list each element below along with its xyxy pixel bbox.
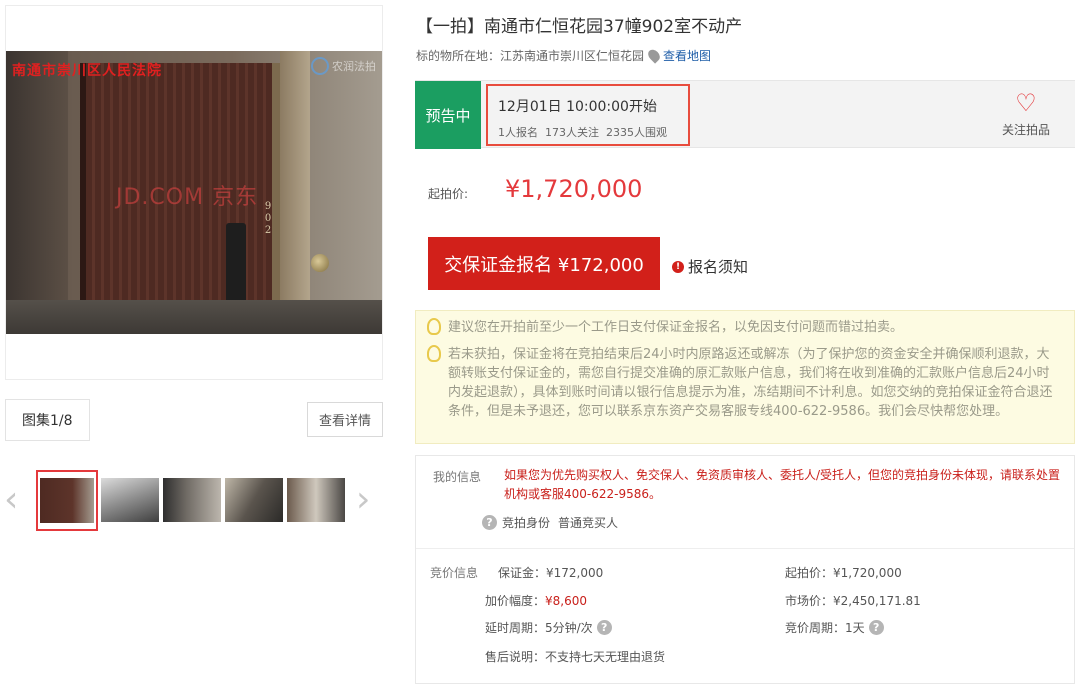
tip-item: 若未获拍，保证金将在竞拍结束后24小时内原路返还或解冻（为了保护您的资金安全并确… xyxy=(427,345,1056,421)
thumbnail-image xyxy=(163,478,221,522)
thumbnail-1[interactable] xyxy=(36,470,98,531)
heart-plus-icon: ♡ xyxy=(1015,89,1037,117)
increment-value: ¥8,600 xyxy=(545,593,588,608)
item-location: 标的物所在地：江苏南通市崇川区仁恒花园 查看地图 xyxy=(416,47,711,64)
start-info-box: 12月01日 10:00:00开始 1人报名 173人关注 2335人围观 xyxy=(486,84,690,146)
market-price-info: 市场价：¥2,450,171.81 xyxy=(785,594,921,608)
start-price-label: 起拍价: xyxy=(428,187,469,201)
start-price-value: ¥1,720,000 xyxy=(505,175,643,203)
auction-stats: 1人报名 173人关注 2335人围观 xyxy=(498,126,667,139)
help-icon[interactable]: ? xyxy=(868,620,884,635)
lightbulb-icon xyxy=(427,318,441,335)
photo-door-knob xyxy=(311,254,329,272)
photo-door-number: 9 0 2 xyxy=(264,201,272,236)
thumb-prev-icon[interactable]: ‹ xyxy=(4,482,18,518)
thumb-next-icon[interactable]: › xyxy=(356,482,370,518)
start-price-info: 起拍价：¥1,720,000 xyxy=(785,566,902,580)
photo-door-frame xyxy=(280,51,310,334)
identity-label: 竞拍身份 xyxy=(502,516,551,530)
item-title: 【一拍】南通市仁恒花园37幢902室不动产 xyxy=(416,17,743,37)
partner-logo-text: 农润法拍 xyxy=(332,60,376,73)
location-text: 标的物所在地：江苏南通市崇川区仁恒花园 xyxy=(416,49,645,63)
pay-deposit-button[interactable]: 交保证金报名 ¥172,000 xyxy=(428,237,660,290)
partner-logo: 农润法拍 xyxy=(311,57,376,75)
help-icon[interactable]: ? xyxy=(482,515,497,530)
gallery-bar: 图集1/8 查看详情 xyxy=(5,399,383,441)
tip-item: 建议您在开拍前至少一个工作日支付保证金报名，以免因支付问题而错过拍卖。 xyxy=(427,318,1048,337)
after-sale-info: 售后说明：不支持七天无理由退货 xyxy=(485,650,666,664)
thumbnail-4[interactable] xyxy=(225,478,283,522)
view-map-link[interactable]: 查看地图 xyxy=(663,47,711,64)
thumbnail-2[interactable] xyxy=(101,478,159,522)
main-image-box: 9 0 2 南通市崇川区人民法院 JD.COM 京东 农润法拍 xyxy=(5,5,383,380)
registration-notice-link[interactable]: ! 报名须知 xyxy=(672,256,748,277)
auction-status-row: 预告中 12月01日 10:00:00开始 1人报名 173人关注 2335人围… xyxy=(415,80,1075,149)
tip-text: 若未获拍，保证金将在竞拍结束后24小时内原路返还或解冻（为了保护您的资金安全并确… xyxy=(448,347,1053,419)
bid-cycle-info: 竞价周期：1天 ? xyxy=(785,619,884,636)
thumbnail-strip: ‹ › xyxy=(4,470,382,531)
tip-text: 建议您在开拍前至少一个工作日支付保证金报名，以免因支付问题而错过拍卖。 xyxy=(448,320,904,335)
thumbnail-image xyxy=(287,478,345,522)
photo-floor xyxy=(6,300,382,334)
photo-door-lock xyxy=(226,223,246,307)
help-icon[interactable]: ? xyxy=(596,620,612,635)
jd-watermark: JD.COM 京东 xyxy=(116,185,259,210)
view-details-button[interactable]: 查看详情 xyxy=(307,402,383,437)
map-pin-icon xyxy=(645,47,663,64)
partner-logo-icon xyxy=(311,57,329,75)
gallery-count: 图集1/8 xyxy=(5,399,90,441)
lightbulb-icon xyxy=(427,345,441,362)
delay-text: 延时周期：5分钟/次 xyxy=(485,621,593,635)
main-photo[interactable]: 9 0 2 南通市崇川区人民法院 JD.COM 京东 农润法拍 xyxy=(6,51,382,334)
bid-identity: ? 竞拍身份 普通竞买人 xyxy=(482,514,618,531)
thumbnail-5[interactable] xyxy=(287,478,345,522)
registration-notice-text: 报名须知 xyxy=(688,258,749,276)
alert-icon: ! xyxy=(672,260,684,273)
status-badge: 预告中 xyxy=(415,81,481,149)
thumbnail-image xyxy=(225,478,283,522)
my-info-warning: 如果您为优先购买权人、免交保人、免资质审核人、委托人/受托人，但您的竞拍身份未体… xyxy=(504,468,1061,501)
auction-page: 9 0 2 南通市崇川区人民法院 JD.COM 京东 农润法拍 图集1/8 查看… xyxy=(0,0,1080,685)
deposit-info: 保证金：¥172,000 xyxy=(498,566,604,580)
identity-value: 普通竞买人 xyxy=(558,516,619,530)
section-divider xyxy=(416,548,1074,549)
info-panel: 我的信息 如果您为优先购买权人、免交保人、免资质审核人、委托人/受托人，但您的竞… xyxy=(415,455,1075,684)
increment-info: 加价幅度： ¥8,600 xyxy=(485,592,587,609)
my-info-label: 我的信息 xyxy=(433,470,482,484)
tips-box: 建议您在开拍前至少一个工作日支付保证金报名，以免因支付问题而错过拍卖。 若未获拍… xyxy=(415,310,1075,444)
thumbnail-image xyxy=(40,478,94,523)
thumbnail-3[interactable] xyxy=(163,478,221,522)
follow-label: 关注拍品 xyxy=(1001,123,1050,137)
increment-label: 加价幅度： xyxy=(485,594,546,608)
start-time: 12月01日 10:00:00开始 xyxy=(498,99,657,115)
bid-info-label: 竞价信息 xyxy=(430,566,479,580)
follow-button[interactable]: ♡ 关注拍品 xyxy=(991,89,1061,145)
delay-info: 延时周期：5分钟/次 ? xyxy=(485,619,612,636)
thumbnail-image xyxy=(101,478,159,522)
photo-wall xyxy=(6,51,68,334)
court-watermark: 南通市崇川区人民法院 xyxy=(12,63,162,79)
bid-cycle-text: 竞价周期：1天 xyxy=(785,621,865,635)
